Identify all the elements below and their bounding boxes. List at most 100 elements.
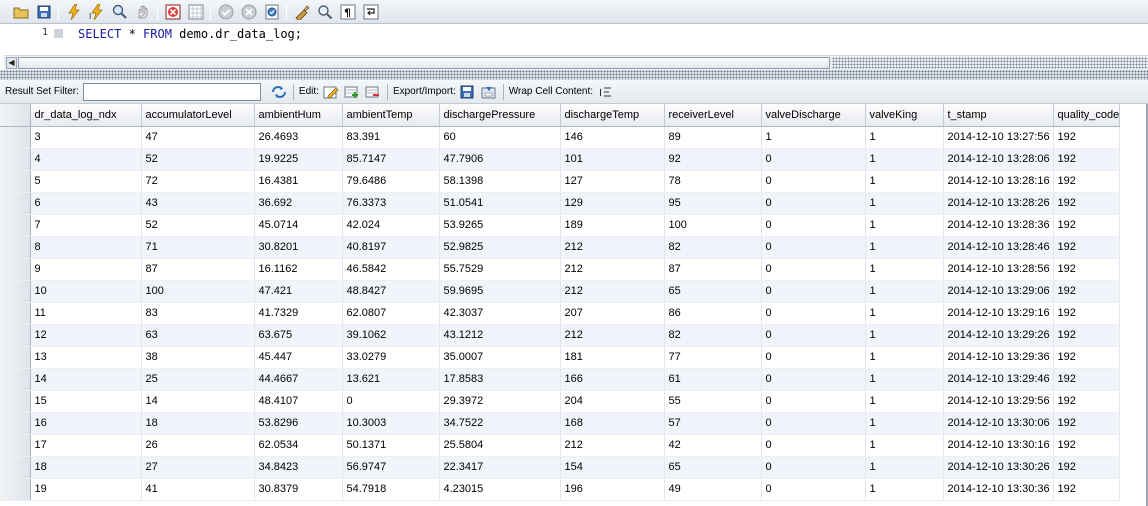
table-cell[interactable]: 1: [865, 170, 944, 193]
table-row[interactable]: 4 52 19.9225 85.7147 47.7906 101 92 0 1 2014-12-1…: [0, 148, 1121, 171]
table-cell[interactable]: 2014-12-10 13:29:36: [943, 346, 1054, 369]
table-cell[interactable]: 63.675: [254, 324, 343, 347]
column-header[interactable]: receiverLevel: [664, 104, 762, 127]
table-cell[interactable]: 2014-12-10 13:29:16: [943, 302, 1054, 325]
table-cell[interactable]: 2014-12-10 13:30:36: [943, 478, 1054, 501]
table-cell[interactable]: 0: [342, 390, 440, 413]
explain-icon[interactable]: [109, 2, 130, 22]
table-cell[interactable]: 60: [439, 126, 561, 149]
table-cell[interactable]: 87: [664, 258, 762, 281]
table-cell[interactable]: 212: [560, 324, 665, 347]
table-cell[interactable]: 13.621: [342, 368, 440, 391]
table-cell[interactable]: 1: [865, 214, 944, 237]
table-cell[interactable]: 17: [30, 434, 142, 457]
table-cell[interactable]: 1: [865, 434, 944, 457]
column-header[interactable]: dischargeTemp: [560, 104, 665, 127]
table-cell[interactable]: 129: [560, 192, 665, 215]
table-cell[interactable]: 2014-12-10 13:28:46: [943, 236, 1054, 259]
table-cell[interactable]: 6: [30, 192, 142, 215]
table-cell[interactable]: 1: [865, 456, 944, 479]
table-cell[interactable]: 59.9695: [439, 280, 561, 303]
table-cell[interactable]: 4: [30, 148, 142, 171]
table-cell[interactable]: 49: [664, 478, 762, 501]
table-cell[interactable]: 0: [761, 170, 866, 193]
table-cell[interactable]: 9: [30, 258, 142, 281]
table-cell[interactable]: 192: [1053, 214, 1121, 237]
table-cell[interactable]: 22.3417: [439, 456, 561, 479]
table-cell[interactable]: 192: [1053, 478, 1121, 501]
table-cell[interactable]: 82: [664, 324, 762, 347]
table-cell[interactable]: 19: [30, 478, 142, 501]
table-cell[interactable]: 89: [664, 126, 762, 149]
table-cell[interactable]: 63: [141, 324, 255, 347]
table-cell[interactable]: 1: [865, 346, 944, 369]
table-cell[interactable]: 1: [865, 368, 944, 391]
table-cell[interactable]: 10: [30, 280, 142, 303]
table-cell[interactable]: 47: [141, 126, 255, 149]
table-cell[interactable]: 1: [865, 192, 944, 215]
table-cell[interactable]: 192: [1053, 456, 1121, 479]
table-cell[interactable]: 26.4693: [254, 126, 343, 149]
table-cell[interactable]: 100: [141, 280, 255, 303]
table-row[interactable]: 10 100 47.421 48.8427 59.9695 212 65 0 1 2014-12-…: [0, 280, 1121, 303]
table-cell[interactable]: 18: [141, 412, 255, 435]
table-row[interactable]: 13 38 45.447 33.0279 35.0007 181 77 0 1 2014-12-1…: [0, 346, 1121, 369]
wrap-icon[interactable]: [360, 2, 381, 22]
table-cell[interactable]: 35.0007: [439, 346, 561, 369]
row-selector[interactable]: [0, 258, 31, 281]
row-selector[interactable]: [0, 324, 31, 347]
table-cell[interactable]: 192: [1053, 170, 1121, 193]
table-row[interactable]: 18 27 34.8423 56.9747 22.3417 154 65 0 1 2014-12-…: [0, 456, 1121, 479]
row-selector[interactable]: [0, 170, 31, 193]
table-cell[interactable]: 2014-12-10 13:29:46: [943, 368, 1054, 391]
table-cell[interactable]: 146: [560, 126, 665, 149]
table-cell[interactable]: 101: [560, 148, 665, 171]
result-filter-input[interactable]: [82, 82, 261, 101]
table-cell[interactable]: 65: [664, 456, 762, 479]
table-row[interactable]: 6 43 36.692 76.3373 51.0541 129 95 0 1 2014-12-10…: [0, 192, 1121, 215]
table-cell[interactable]: 1: [865, 148, 944, 171]
rollback-icon[interactable]: [238, 2, 259, 22]
table-cell[interactable]: 192: [1053, 434, 1121, 457]
table-cell[interactable]: 8: [30, 236, 142, 259]
table-cell[interactable]: 30.8201: [254, 236, 343, 259]
table-cell[interactable]: 192: [1053, 346, 1121, 369]
table-cell[interactable]: 2014-12-10 13:29:56: [943, 390, 1054, 413]
table-cell[interactable]: 0: [761, 412, 866, 435]
table-cell[interactable]: 0: [761, 434, 866, 457]
table-cell[interactable]: 83.391: [342, 126, 440, 149]
column-header[interactable]: t_stamp: [943, 104, 1054, 127]
table-cell[interactable]: 50.1371: [342, 434, 440, 457]
table-cell[interactable]: 25.5804: [439, 434, 561, 457]
table-cell[interactable]: 212: [560, 258, 665, 281]
table-cell[interactable]: 2014-12-10 13:30:26: [943, 456, 1054, 479]
table-cell[interactable]: 2014-12-10 13:27:56: [943, 126, 1054, 149]
table-cell[interactable]: 16: [30, 412, 142, 435]
table-cell[interactable]: 3: [30, 126, 142, 149]
table-cell[interactable]: 2014-12-10 13:28:26: [943, 192, 1054, 215]
table-cell[interactable]: 53.8296: [254, 412, 343, 435]
column-header[interactable]: accumulatorLevel: [141, 104, 255, 127]
table-cell[interactable]: 1: [865, 390, 944, 413]
result-grid[interactable]: dr_data_log_ndx accumulatorLevel ambient…: [0, 104, 1148, 506]
table-cell[interactable]: 207: [560, 302, 665, 325]
table-cell[interactable]: 79.6486: [342, 170, 440, 193]
table-cell[interactable]: 71: [141, 236, 255, 259]
row-selector[interactable]: [0, 280, 31, 303]
table-cell[interactable]: 44.4667: [254, 368, 343, 391]
table-cell[interactable]: 0: [761, 478, 866, 501]
table-cell[interactable]: 212: [560, 236, 665, 259]
table-cell[interactable]: 52: [141, 148, 255, 171]
table-cell[interactable]: 25: [141, 368, 255, 391]
table-cell[interactable]: 47.7906: [439, 148, 561, 171]
import-icon[interactable]: [480, 84, 498, 100]
wrap-cell-icon[interactable]: I: [596, 84, 614, 100]
invisible-chars-icon[interactable]: ¶: [337, 2, 358, 22]
column-header[interactable]: quality_code: [1053, 104, 1121, 127]
table-cell[interactable]: 78: [664, 170, 762, 193]
table-cell[interactable]: 55: [664, 390, 762, 413]
table-cell[interactable]: 2014-12-10 13:30:16: [943, 434, 1054, 457]
table-cell[interactable]: 42: [664, 434, 762, 457]
table-cell[interactable]: 30.8379: [254, 478, 343, 501]
table-cell[interactable]: 1: [865, 324, 944, 347]
